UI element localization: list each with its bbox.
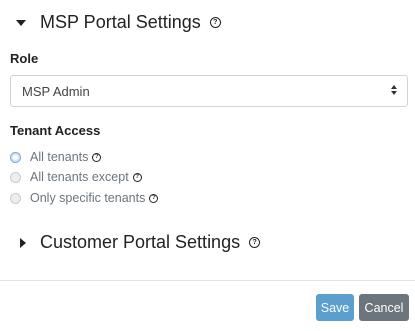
caret-right-icon [20,237,26,248]
role-select[interactable]: MSP Admin [10,75,408,107]
customer-portal-settings-title: Customer Portal Settings [40,232,241,252]
radio-button[interactable] [10,151,21,163]
radio-button[interactable] [10,171,21,183]
help-icon[interactable]: ? [249,237,261,248]
help-icon[interactable]: ? [92,152,102,162]
help-icon[interactable]: ? [149,193,159,203]
caret-down-icon [16,19,26,26]
radio-button[interactable] [10,192,21,204]
msp-portal-settings-title: MSP Portal Settings [40,12,201,32]
help-icon[interactable]: ? [132,172,142,182]
msp-portal-settings-toggle[interactable]: MSP Portal Settings ? [14,12,221,33]
cancel-button[interactable]: Cancel [359,294,409,321]
save-button[interactable]: Save [316,294,354,321]
role-label: Role [10,51,39,66]
role-selected-value: MSP Admin [22,83,90,99]
radio-label: All tenants [30,150,89,164]
footer-divider [0,280,415,281]
radio-option-all-tenants[interactable]: All tenants ? [10,150,102,164]
settings-panel: MSP Portal Settings ? Role MSP Admin Ten… [0,0,415,331]
radio-option-all-tenants-except[interactable]: All tenants except ? [10,170,142,184]
radio-option-only-specific-tenants[interactable]: Only specific tenants ? [10,191,159,205]
radio-label: Only specific tenants [30,191,146,205]
select-arrows-icon [391,85,397,95]
tenant-access-label: Tenant Access [10,123,101,138]
radio-label: All tenants except [30,170,129,184]
customer-portal-settings-toggle[interactable]: Customer Portal Settings ? [20,232,261,253]
help-icon[interactable]: ? [209,17,221,28]
